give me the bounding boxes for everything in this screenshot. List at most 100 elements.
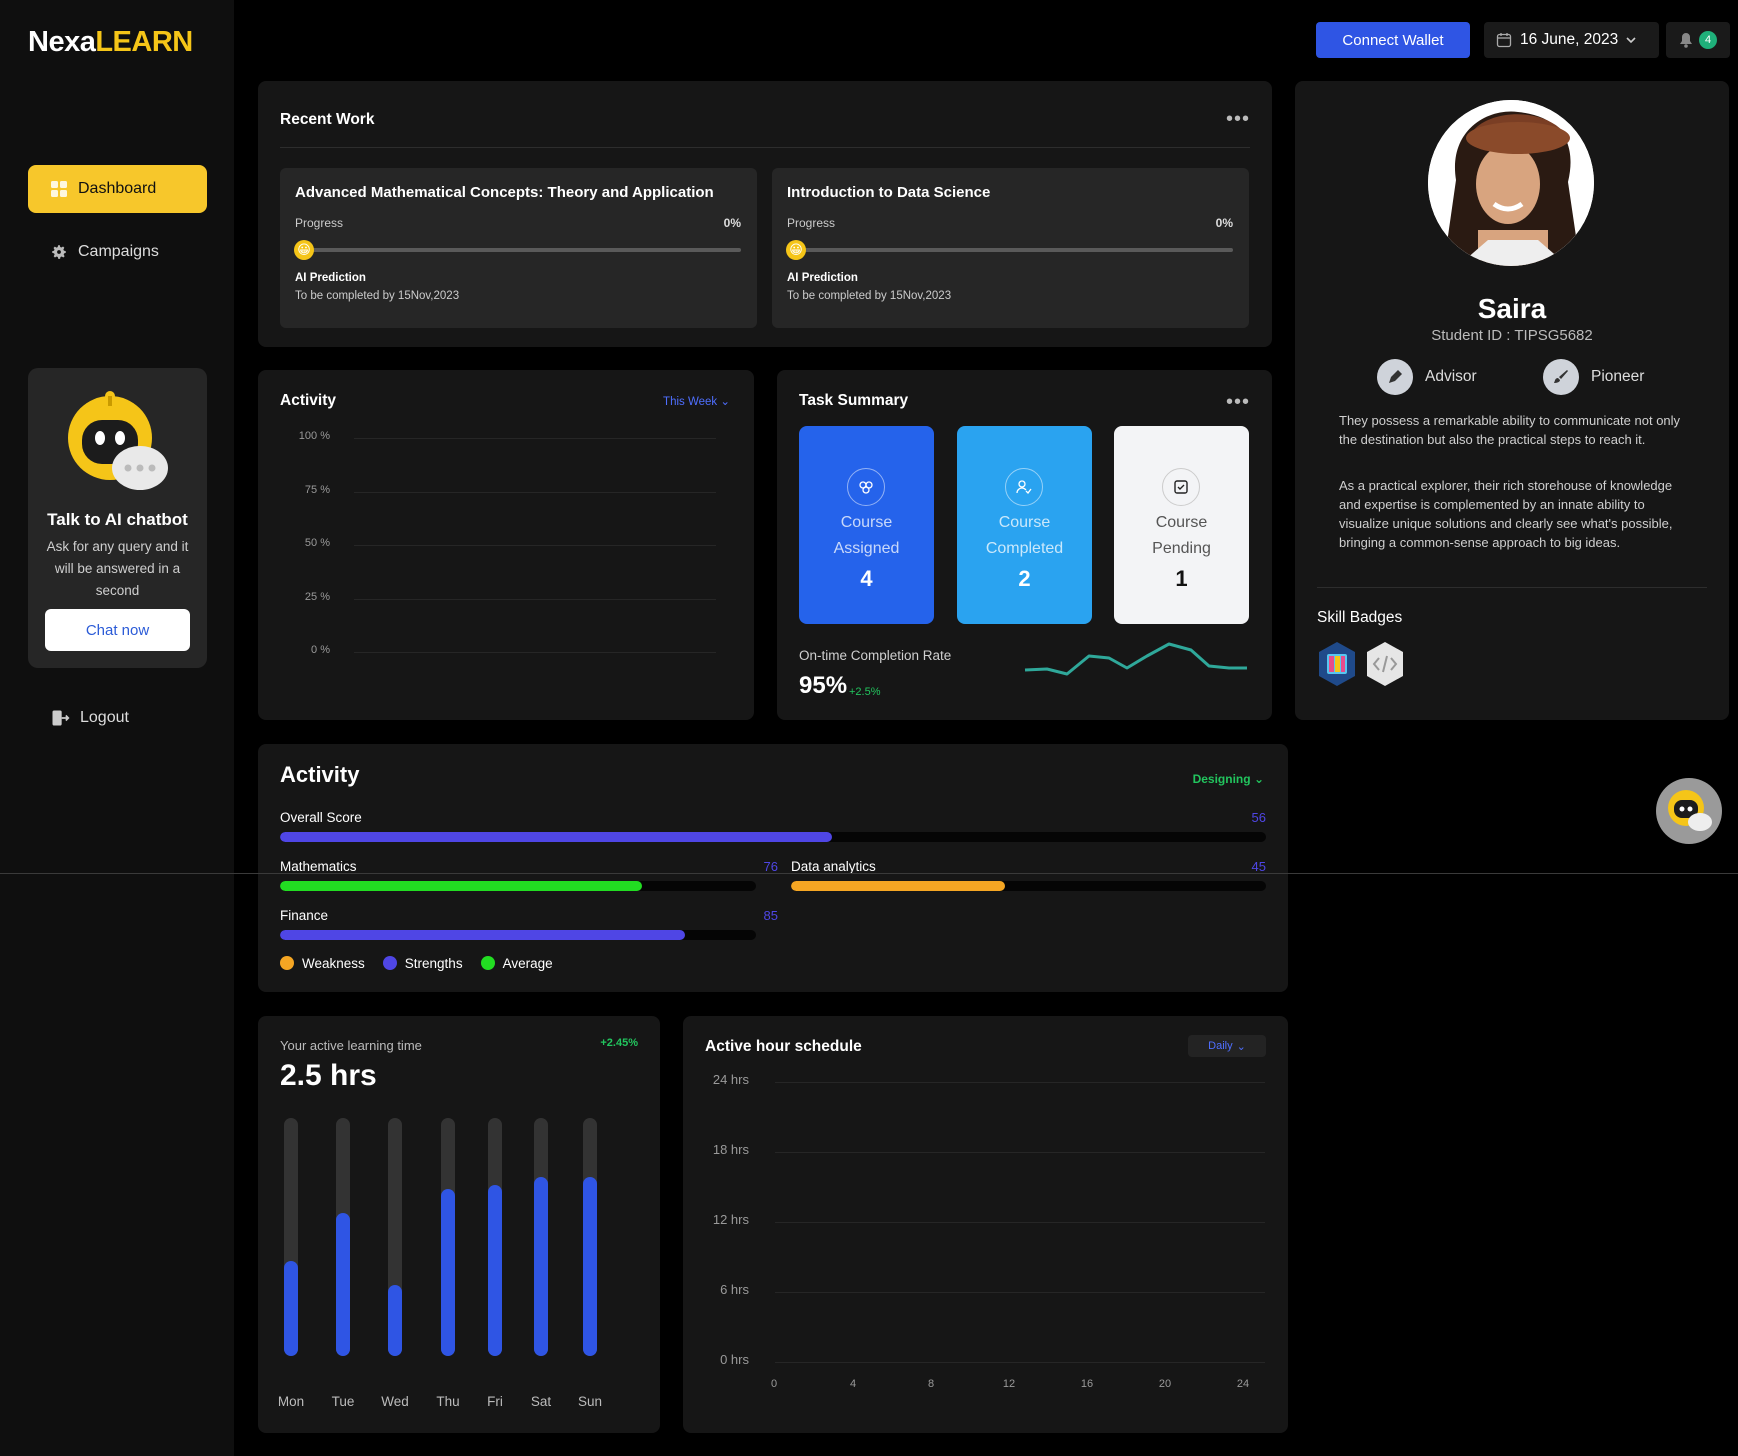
score-fill [280, 881, 642, 891]
category-dropdown[interactable]: Designing ⌄ [1193, 772, 1264, 786]
learning-time-panel: Your active learning time +2.45% 2.5 hrs… [258, 1016, 660, 1433]
score-label: Data analytics [791, 859, 876, 874]
chat-now-button[interactable]: Chat now [45, 609, 190, 651]
course-assigned-card[interactable]: Course Assigned 4 [799, 426, 934, 624]
activity-scores-panel: Activity Designing ⌄ Overall Score 56 Ma… [258, 744, 1288, 992]
x-tick-label: 16 [1080, 1378, 1094, 1390]
active-hour-title: Active hour schedule [705, 1038, 862, 1055]
learning-time-delta: +2.45% [600, 1037, 638, 1049]
score-fill [280, 832, 833, 842]
day-label: Sun [577, 1394, 603, 1409]
sidebar-item-dashboard[interactable]: Dashboard [28, 165, 207, 213]
legend-item: Strengths [382, 956, 463, 971]
notifications-button[interactable]: 4 [1666, 22, 1730, 58]
day-label: Tue [331, 1394, 355, 1409]
day-bar-track [388, 1118, 402, 1356]
progress-label: Progress [787, 216, 836, 230]
progress-track [298, 248, 741, 252]
x-tick-label: 12 [1002, 1378, 1016, 1390]
ai-prediction-label: AI Prediction [787, 272, 858, 284]
legend-dot [480, 956, 495, 970]
day-bar-fill [534, 1177, 548, 1356]
more-options-icon[interactable]: ••• [1226, 392, 1250, 412]
period-dropdown[interactable]: Daily ⌄ [1188, 1035, 1266, 1057]
brand-name-part1: Nexa [28, 26, 96, 58]
chevron-down-icon: ⌄ [720, 396, 730, 408]
score-fill [280, 930, 685, 940]
progress-value: 0% [723, 216, 741, 230]
date-selector[interactable]: 16 June, 2023 [1484, 22, 1659, 58]
y-tick-label: 50 % [304, 537, 330, 549]
score-value: 76 [763, 859, 778, 874]
code-badge-icon[interactable] [1365, 641, 1405, 687]
chatbot-description: Ask for any query and it will be answere… [46, 539, 189, 598]
score-label: Finance [280, 908, 329, 923]
legend-dot [280, 956, 294, 970]
day-label: Mon [277, 1394, 305, 1409]
progress-label: Progress [295, 216, 344, 230]
active-hour-panel: Active hour schedule Daily ⌄ 24 hrs 18 hr… [683, 1016, 1288, 1433]
day-label: Fri [487, 1394, 503, 1409]
day-bar-track [336, 1118, 350, 1356]
ai-prediction-text: To be completed by 15Nov,2023 [787, 290, 952, 302]
course-title: Advanced Mathematical Concepts: Theory a… [295, 184, 714, 201]
legend-item: Average [480, 956, 553, 971]
ontime-completion-value: 95% [799, 672, 848, 699]
day-label: Sat [530, 1394, 552, 1409]
robot-mascot-icon [1668, 790, 1712, 831]
profile-name: Saira [1477, 293, 1547, 324]
card-line1: Course [1155, 514, 1208, 531]
y-tick-label: 25 % [304, 591, 330, 603]
period-value: Daily [1208, 1040, 1233, 1052]
bell-icon [1680, 33, 1692, 48]
chatbot-fab-button[interactable] [1656, 778, 1722, 844]
emoji-progress-icon: 😀 [294, 240, 314, 260]
bio-paragraph: They possess a remarkable ability to com… [1339, 413, 1681, 447]
more-options-icon[interactable]: ••• [1226, 109, 1250, 129]
score-track [280, 930, 756, 940]
course-completed-card[interactable]: Course Completed 2 [957, 426, 1092, 624]
gear-icon [52, 245, 66, 259]
day-bar-track [534, 1118, 548, 1356]
role-pioneer: Pioneer [1543, 359, 1644, 395]
activity-scores-title: Activity [280, 762, 360, 787]
emoji-progress-icon: 😀 [786, 240, 806, 260]
y-tick-label: 24 hrs [712, 1072, 749, 1087]
card-line2: Completed [985, 540, 1064, 557]
ai-prediction-label: AI Prediction [295, 272, 366, 284]
recent-work-card[interactable]: Introduction to Data Science Progress 0%… [772, 168, 1249, 328]
role-advisor: Advisor [1377, 359, 1477, 395]
task-summary-title: Task Summary [799, 392, 909, 409]
logout-button[interactable]: Logout [28, 694, 207, 742]
day-bar-fill [284, 1261, 298, 1356]
y-tick-label: 0 hrs [720, 1352, 749, 1367]
student-id: Student ID : TIPSG5682 [1431, 327, 1593, 344]
grid-line [354, 492, 716, 493]
x-tick-label: 4 [849, 1378, 857, 1390]
pen-icon [1377, 359, 1413, 395]
book-badge-icon[interactable] [1317, 641, 1357, 687]
score-label: Mathematics [280, 859, 357, 874]
activity-chart-title: Activity [280, 392, 336, 409]
score-legend: Weakness Strengths Average [280, 956, 553, 971]
avatar[interactable] [1428, 100, 1594, 266]
day-bar-fill [388, 1285, 402, 1356]
chevron-down-icon [1626, 37, 1636, 44]
range-dropdown[interactable]: This Week ⌄ [663, 394, 730, 408]
recent-work-card[interactable]: Advanced Mathematical Concepts: Theory a… [280, 168, 757, 328]
connect-wallet-button[interactable]: Connect Wallet [1316, 22, 1470, 58]
card-line1: Course [840, 514, 893, 531]
day-bar-fill [583, 1177, 597, 1356]
score-value: 56 [1251, 810, 1266, 825]
grid-line [775, 1362, 1265, 1363]
sidebar-item-campaigns[interactable]: Campaigns [28, 228, 207, 276]
brand-logo[interactable]: NexaLEARN [28, 26, 193, 59]
grid-line [354, 599, 716, 600]
calendar-icon [1496, 33, 1512, 48]
score-track [280, 881, 756, 891]
user-check-icon [1005, 468, 1043, 506]
learning-time-value: 2.5 hrs [280, 1059, 377, 1092]
legend-dot [382, 956, 397, 970]
y-tick-label: 12 hrs [712, 1212, 749, 1227]
course-pending-card[interactable]: Course Pending 1 [1114, 426, 1249, 624]
